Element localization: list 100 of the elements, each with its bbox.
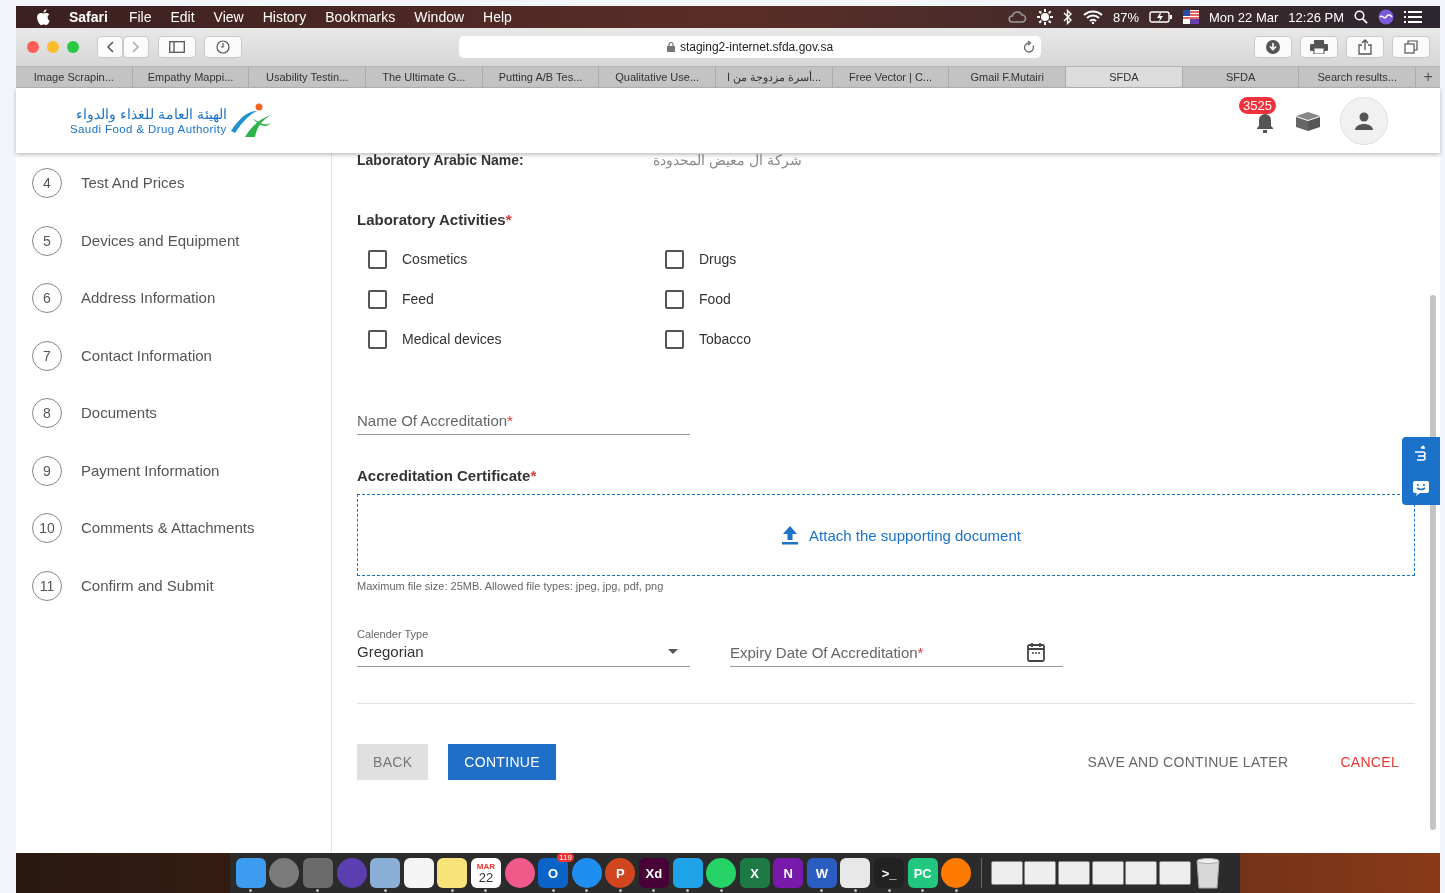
app-icon[interactable] bbox=[840, 858, 871, 888]
browser-tab[interactable]: Search results... bbox=[1299, 67, 1417, 87]
sidebar-icon bbox=[169, 41, 185, 53]
downloads-button[interactable] bbox=[1254, 36, 1292, 58]
date-field[interactable]: Expiry Date Of Accreditation* bbox=[730, 638, 1063, 667]
step-link[interactable]: Documents bbox=[81, 398, 157, 428]
avatar-button[interactable] bbox=[1340, 96, 1388, 145]
wifi-icon[interactable] bbox=[1082, 10, 1103, 24]
box-icon[interactable] bbox=[1294, 109, 1322, 132]
attach-link[interactable]: Attach the supporting document bbox=[809, 526, 1021, 544]
app-icon[interactable] bbox=[941, 858, 972, 888]
step-link[interactable]: Address Information bbox=[81, 283, 216, 313]
checkbox[interactable] bbox=[368, 329, 387, 349]
checkbox[interactable] bbox=[665, 249, 684, 269]
app-icon[interactable]: MAR 22 bbox=[470, 858, 501, 888]
calendar-type-select[interactable]: Calender Type Gregorian bbox=[357, 628, 690, 667]
apple-icon[interactable] bbox=[36, 9, 50, 25]
step-link[interactable]: Payment Information bbox=[81, 455, 220, 486]
step-link[interactable]: Contact Information bbox=[81, 340, 212, 371]
menu-icon[interactable] bbox=[1404, 11, 1422, 23]
app-icon[interactable]: N bbox=[773, 858, 804, 888]
window-thumbnail[interactable] bbox=[1125, 861, 1158, 885]
menu-item[interactable]: View bbox=[213, 9, 244, 25]
browser-tab[interactable]: Free Vector | C... bbox=[832, 67, 950, 87]
back-button[interactable] bbox=[97, 36, 123, 58]
step-link[interactable]: Test And Prices bbox=[81, 168, 185, 198]
bell-icon[interactable] bbox=[1256, 112, 1274, 133]
reload-icon[interactable] bbox=[1023, 40, 1035, 54]
app-icon[interactable] bbox=[403, 858, 434, 888]
menu-item[interactable]: Edit bbox=[170, 9, 195, 25]
continue-button[interactable]: CONTINUE bbox=[448, 744, 556, 780]
app-icon[interactable] bbox=[706, 858, 737, 888]
menu-bar-date[interactable]: Mon 22 Mar bbox=[1208, 9, 1279, 25]
checkbox-label: Medical devices bbox=[402, 331, 502, 347]
browser-tab[interactable]: Image Scrapin... bbox=[16, 67, 133, 87]
chat-icon[interactable] bbox=[1412, 479, 1430, 497]
checkbox[interactable] bbox=[665, 329, 684, 349]
menu-item[interactable]: History bbox=[262, 9, 307, 25]
address-bar[interactable]: staging2-internet.sfda.gov.sa bbox=[459, 36, 1041, 58]
browser-tab[interactable]: The Ultimate G... bbox=[366, 67, 483, 87]
calendar-icon[interactable] bbox=[1027, 642, 1045, 662]
browser-tab[interactable]: أسرة مزدوجة من ا... bbox=[716, 67, 833, 87]
overlapping-squares-icon bbox=[1404, 40, 1418, 54]
checkbox-label: Tobacco bbox=[699, 331, 752, 347]
save-later-button[interactable]: SAVE AND CONTINUE LATER bbox=[1071, 744, 1305, 780]
flag-icon[interactable] bbox=[1182, 9, 1199, 25]
menu-bar-time[interactable]: 12:26 PM bbox=[1288, 9, 1344, 25]
field-value: شركة ال معيض المحدودة bbox=[653, 153, 802, 168]
checkbox[interactable] bbox=[665, 289, 684, 309]
share-button[interactable] bbox=[1346, 36, 1384, 58]
browser-tab[interactable]: SFDA bbox=[1066, 67, 1183, 87]
sun-icon[interactable] bbox=[1036, 9, 1053, 25]
menu-item[interactable]: Bookmarks bbox=[325, 9, 396, 25]
window-thumbnail[interactable] bbox=[990, 861, 1023, 885]
upload-dropzone[interactable]: Attach the supporting document bbox=[357, 494, 1415, 576]
person-icon bbox=[1354, 110, 1374, 131]
app-icon[interactable]: W bbox=[806, 858, 837, 888]
checkbox[interactable] bbox=[368, 289, 387, 309]
step-link[interactable]: Confirm and Submit bbox=[81, 570, 214, 601]
logo-arabic-text: الهيئة العامة للغذاء والدواء bbox=[75, 105, 227, 122]
app-menu[interactable]: Safari bbox=[69, 9, 108, 25]
app-icon[interactable]: Xd bbox=[638, 858, 669, 888]
battery-percentage: 87% bbox=[1112, 9, 1139, 25]
checkbox[interactable] bbox=[368, 249, 387, 269]
checkbox-label: Cosmetics bbox=[402, 251, 468, 267]
window-thumbnail[interactable] bbox=[1024, 861, 1057, 885]
battery-icon[interactable] bbox=[1148, 10, 1173, 24]
browser-tab[interactable]: Putting A/B Tes... bbox=[482, 67, 600, 87]
app-icon[interactable] bbox=[437, 858, 468, 888]
step-link[interactable]: Comments & Attachments bbox=[81, 513, 255, 543]
bluetooth-icon[interactable] bbox=[1062, 9, 1073, 25]
sidebar-button[interactable] bbox=[158, 36, 196, 58]
browser-tab[interactable]: SFDA bbox=[1182, 67, 1300, 87]
browser-tab[interactable]: Qualitative Use... bbox=[599, 67, 717, 87]
menu-item[interactable]: Window bbox=[414, 9, 465, 25]
browser-tab[interactable]: Usability Testin... bbox=[249, 67, 366, 87]
window-thumbnail[interactable] bbox=[1058, 861, 1091, 885]
section-heading: Accreditation Certificate* bbox=[357, 467, 538, 484]
trash-icon[interactable] bbox=[1195, 857, 1222, 889]
app-icon[interactable] bbox=[370, 858, 401, 888]
browser-tab[interactable]: Empathy Mappi... bbox=[132, 67, 250, 87]
print-button[interactable] bbox=[1300, 36, 1338, 58]
back-button[interactable]: BACK bbox=[357, 744, 429, 780]
window-thumbnail[interactable] bbox=[1091, 861, 1124, 885]
window-thumbnail[interactable] bbox=[1158, 861, 1191, 885]
siri-icon[interactable] bbox=[1378, 9, 1394, 25]
step-link[interactable]: Devices and Equipment bbox=[81, 225, 240, 256]
cloud-icon[interactable] bbox=[1006, 10, 1027, 24]
app-icon[interactable]: X bbox=[739, 858, 770, 888]
cancel-button[interactable]: CANCEL bbox=[1324, 744, 1415, 780]
new-tab-button[interactable]: + bbox=[1416, 67, 1441, 87]
share-icon bbox=[1358, 39, 1372, 55]
menu-item[interactable]: File bbox=[128, 9, 152, 25]
text-field[interactable]: Name Of Accreditation* bbox=[357, 406, 690, 435]
menu-item[interactable]: Help bbox=[483, 9, 512, 25]
app-icon[interactable]: P bbox=[605, 858, 636, 888]
app-icon[interactable]: >_ bbox=[874, 858, 905, 888]
search-icon[interactable] bbox=[1354, 10, 1368, 24]
history-button[interactable] bbox=[204, 36, 242, 58]
tab-overview-button[interactable] bbox=[1392, 36, 1430, 58]
